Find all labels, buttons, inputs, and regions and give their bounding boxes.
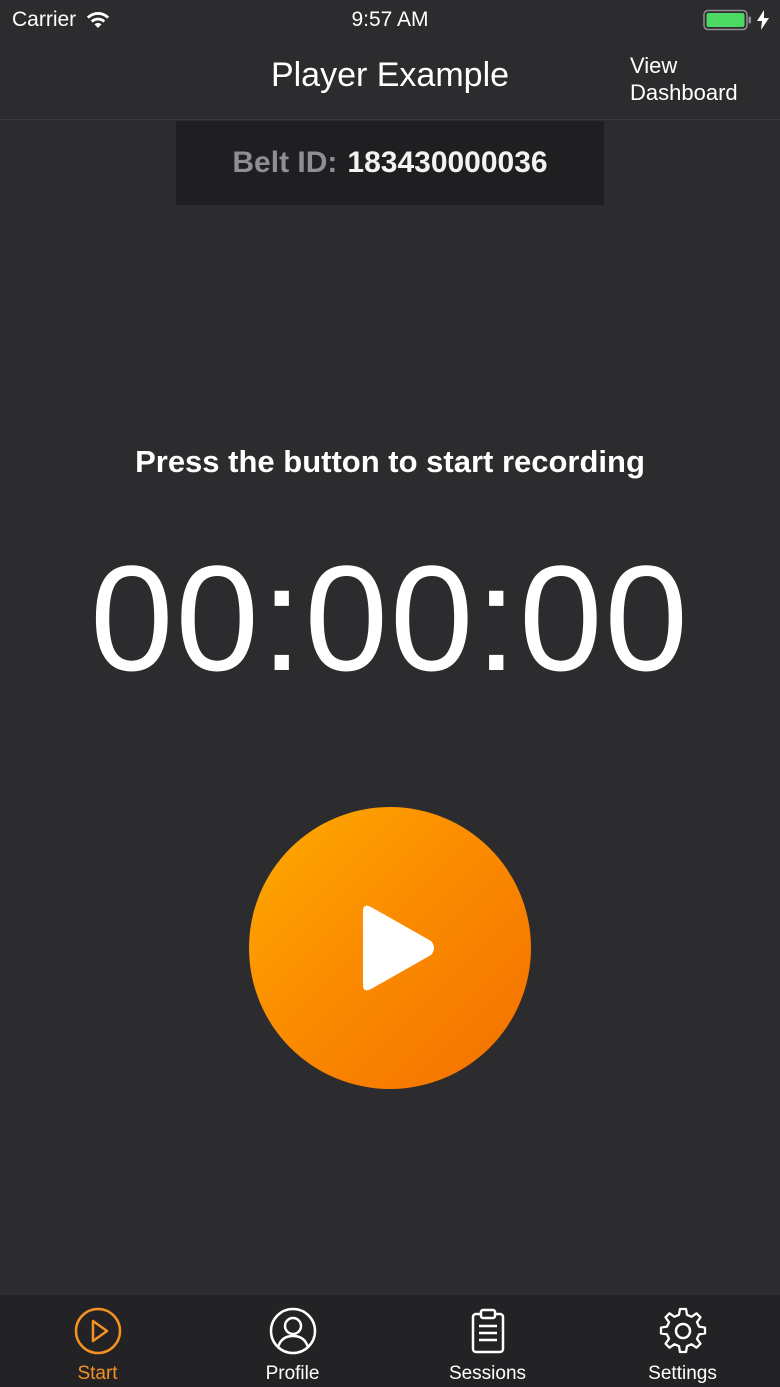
- status-bar: Carrier 9:57 AM: [0, 0, 780, 40]
- tab-sessions[interactable]: Sessions: [390, 1295, 585, 1387]
- gear-icon: [659, 1307, 706, 1354]
- battery-icon: [703, 9, 751, 31]
- tab-settings[interactable]: Settings: [585, 1295, 780, 1387]
- tab-label: Start: [77, 1363, 118, 1384]
- play-circle-icon: [74, 1307, 121, 1355]
- clipboard-icon: [471, 1308, 504, 1354]
- view-dashboard-label-line2: Dashboard: [630, 80, 738, 105]
- tab-label: Sessions: [448, 1363, 527, 1384]
- view-dashboard-label-line1: View: [630, 53, 678, 78]
- start-recording-button[interactable]: [249, 807, 531, 1089]
- recording-prompt: Press the button to start recording: [135, 444, 645, 479]
- tab-label: Settings: [648, 1363, 717, 1384]
- tab-profile[interactable]: Profile: [195, 1295, 390, 1387]
- belt-id-panel: Belt ID: 183430000036: [176, 121, 604, 205]
- recording-timer: 00:00:00: [90, 534, 690, 702]
- user-circle-icon: [269, 1307, 316, 1355]
- belt-id-value: 183430000036: [347, 146, 548, 179]
- battery-indicator: [703, 9, 770, 31]
- tab-start[interactable]: Start: [0, 1295, 195, 1387]
- status-time: 9:57 AM: [351, 8, 429, 31]
- play-icon: [363, 905, 434, 991]
- tab-bar: Start Profile Sessions Settings: [0, 1294, 780, 1387]
- charging-bolt-icon: [757, 10, 769, 30]
- belt-id-label: Belt ID:: [232, 146, 338, 179]
- tab-label: Profile: [265, 1363, 320, 1384]
- view-dashboard-button[interactable]: View Dashboard: [630, 52, 770, 106]
- navigation-bar: Player Example View Dashboard: [0, 40, 780, 120]
